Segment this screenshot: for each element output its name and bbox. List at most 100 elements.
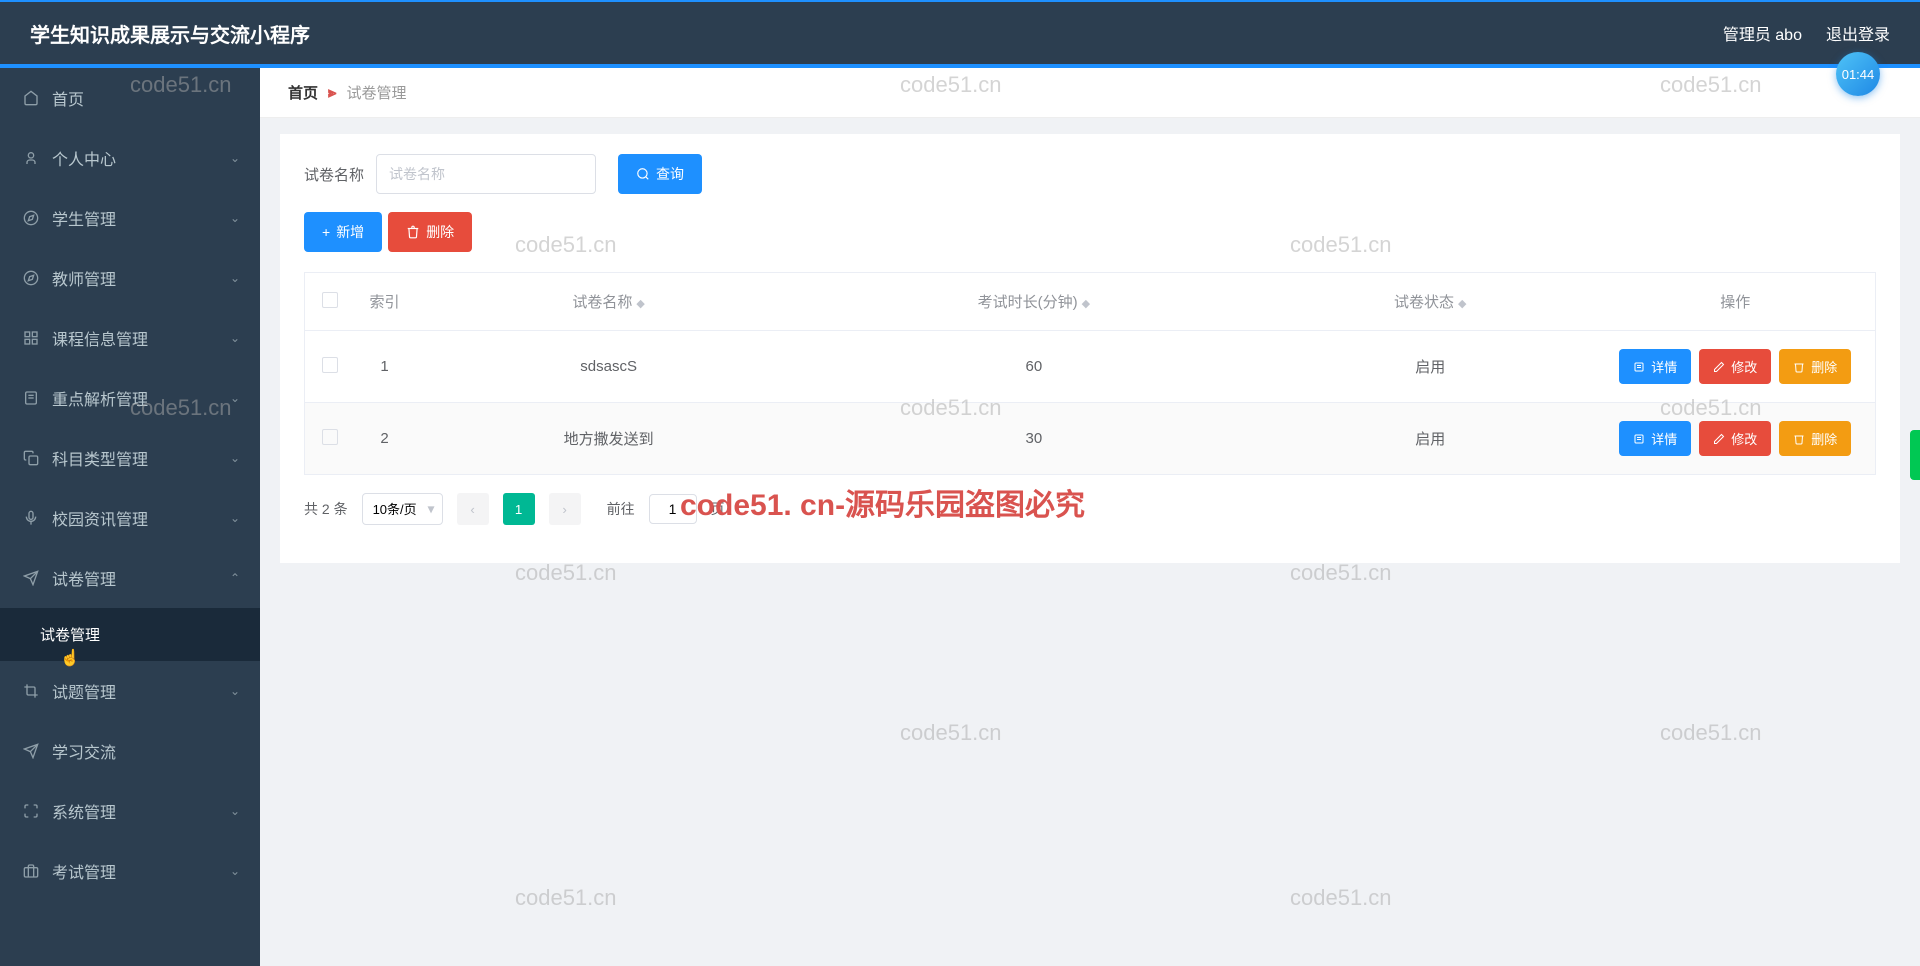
sidebar-subitem-paper[interactable]: 试卷管理 — [0, 608, 260, 661]
sidebar-label: 考试管理 — [52, 859, 116, 883]
cell-duration: 60 — [803, 331, 1265, 403]
sidebar-label: 学生管理 — [52, 206, 116, 230]
sidebar-label: 科目类型管理 — [52, 446, 148, 470]
breadcrumb: 首页 ⫸ 试卷管理 — [260, 68, 1920, 118]
copy-icon — [22, 449, 40, 467]
select-all-checkbox[interactable] — [322, 292, 338, 308]
per-page-select[interactable]: 10条/页 — [362, 493, 443, 525]
prev-page-button[interactable]: ‹ — [457, 493, 489, 525]
search-icon — [636, 167, 650, 181]
sidebar-label: 试题管理 — [52, 679, 116, 703]
sidebar-label: 个人中心 — [52, 146, 116, 170]
mic-icon — [22, 509, 40, 527]
sidebar-item-question[interactable]: 试题管理 ⌄ — [0, 661, 260, 721]
sidebar-item-system[interactable]: 系统管理 ⌄ — [0, 781, 260, 841]
side-tab[interactable] — [1910, 430, 1920, 480]
sidebar-item-study[interactable]: 学习交流 — [0, 721, 260, 781]
sidebar-item-home[interactable]: 首页 — [0, 68, 260, 128]
chevron-down-icon: ⌄ — [230, 451, 240, 465]
goto-page-input[interactable] — [649, 494, 697, 524]
sidebar-item-paper[interactable]: 试卷管理 ⌃ — [0, 548, 260, 608]
sidebar-label: 校园资讯管理 — [52, 506, 148, 530]
chevron-down-icon: ⌄ — [230, 511, 240, 525]
next-page-button[interactable]: › — [549, 493, 581, 525]
cell-name: 地方撒发送到 — [415, 403, 803, 475]
total-count: 共 2 条 — [304, 499, 348, 519]
briefcase-icon — [22, 862, 40, 880]
plus-icon: + — [322, 224, 330, 240]
sort-icon: ◆ — [1458, 300, 1466, 308]
row-checkbox[interactable] — [322, 429, 338, 445]
compass-icon — [22, 269, 40, 287]
cell-status: 启用 — [1265, 403, 1596, 475]
user-label[interactable]: 管理员 abo — [1723, 21, 1802, 45]
sidebar-label: 教师管理 — [52, 266, 116, 290]
sidebar-item-teacher[interactable]: 教师管理 ⌄ — [0, 248, 260, 308]
sidebar-item-exam[interactable]: 考试管理 ⌄ — [0, 841, 260, 901]
sidebar-item-course[interactable]: 课程信息管理 ⌄ — [0, 308, 260, 368]
goto-label: 前往 — [607, 499, 635, 519]
breadcrumb-sep-icon: ⫸ — [328, 84, 336, 101]
user-icon — [22, 149, 40, 167]
chevron-down-icon: ⌄ — [230, 684, 240, 698]
edit-button[interactable]: 修改 — [1699, 349, 1771, 384]
row-delete-button[interactable]: 删除 — [1779, 349, 1851, 384]
sidebar-label: 学习交流 — [52, 739, 116, 763]
detail-button[interactable]: 详情 — [1619, 421, 1691, 456]
trash-icon — [406, 225, 420, 239]
add-button[interactable]: + 新增 — [304, 212, 382, 252]
breadcrumb-home[interactable]: 首页 — [288, 82, 318, 103]
chevron-down-icon: ⌄ — [230, 331, 240, 345]
sort-icon: ◆ — [636, 300, 644, 308]
sidebar-item-student[interactable]: 学生管理 ⌄ — [0, 188, 260, 248]
col-ops: 操作 — [1596, 273, 1876, 331]
compass-icon — [22, 209, 40, 227]
delete-button[interactable]: 删除 — [388, 212, 472, 252]
send-icon — [22, 742, 40, 760]
main-content: 首页 ⫸ 试卷管理 试卷名称 查询 + 新增 — [260, 68, 1920, 966]
home-icon — [22, 89, 40, 107]
col-duration[interactable]: 考试时长(分钟)◆ — [803, 273, 1265, 331]
sidebar-item-personal[interactable]: 个人中心 ⌄ — [0, 128, 260, 188]
cell-index: 2 — [355, 403, 415, 475]
expand-icon — [22, 802, 40, 820]
cell-status: 启用 — [1265, 331, 1596, 403]
sidebar-label: 重点解析管理 — [52, 386, 148, 410]
sidebar-item-campus[interactable]: 校园资讯管理 ⌄ — [0, 488, 260, 548]
data-table: 索引 试卷名称◆ 考试时长(分钟)◆ 试卷状态◆ 操作 1 sdsascS 60… — [304, 272, 1876, 475]
chevron-down-icon: ⌄ — [230, 271, 240, 285]
cell-duration: 30 — [803, 403, 1265, 475]
row-delete-button[interactable]: 删除 — [1779, 421, 1851, 456]
goto-suffix: 页 — [711, 499, 725, 519]
timer-badge: 01:44 — [1836, 52, 1880, 96]
col-status[interactable]: 试卷状态◆ — [1265, 273, 1596, 331]
chevron-down-icon: ⌄ — [230, 864, 240, 878]
col-name[interactable]: 试卷名称◆ — [415, 273, 803, 331]
sidebar-label: 系统管理 — [52, 799, 116, 823]
row-checkbox[interactable] — [322, 357, 338, 373]
breadcrumb-current: 试卷管理 — [346, 82, 406, 103]
sidebar-label: 试卷管理 — [52, 566, 116, 590]
sidebar: 首页 个人中心 ⌄ 学生管理 ⌄ 教师管理 ⌄ 课程信息管理 ⌄ 重点解析管理 … — [0, 68, 260, 966]
pagination: 共 2 条 10条/页 ‹ 1 › 前往 页 — [304, 475, 1876, 543]
col-index[interactable]: 索引 — [355, 273, 415, 331]
logout-link[interactable]: 退出登录 — [1826, 21, 1890, 45]
sidebar-label: 课程信息管理 — [52, 326, 148, 350]
sidebar-item-keypoint[interactable]: 重点解析管理 ⌄ — [0, 368, 260, 428]
sidebar-label: 首页 — [52, 86, 84, 110]
edit-button[interactable]: 修改 — [1699, 421, 1771, 456]
header: 学生知识成果展示与交流小程序 管理员 abo 退出登录 — [0, 2, 1920, 64]
query-button[interactable]: 查询 — [618, 154, 702, 194]
chevron-up-icon: ⌃ — [230, 571, 240, 585]
table-row: 2 地方撒发送到 30 启用 详情 修改 删除 — [305, 403, 1876, 475]
sort-icon: ◆ — [1082, 300, 1090, 308]
chevron-down-icon: ⌄ — [230, 151, 240, 165]
detail-button[interactable]: 详情 — [1619, 349, 1691, 384]
sidebar-item-subject[interactable]: 科目类型管理 ⌄ — [0, 428, 260, 488]
filter-label: 试卷名称 — [304, 164, 364, 185]
app-title: 学生知识成果展示与交流小程序 — [30, 19, 310, 48]
filter-input-name[interactable] — [376, 154, 596, 194]
grid-icon — [22, 329, 40, 347]
page-number-button[interactable]: 1 — [503, 493, 535, 525]
chevron-down-icon: ⌄ — [230, 211, 240, 225]
